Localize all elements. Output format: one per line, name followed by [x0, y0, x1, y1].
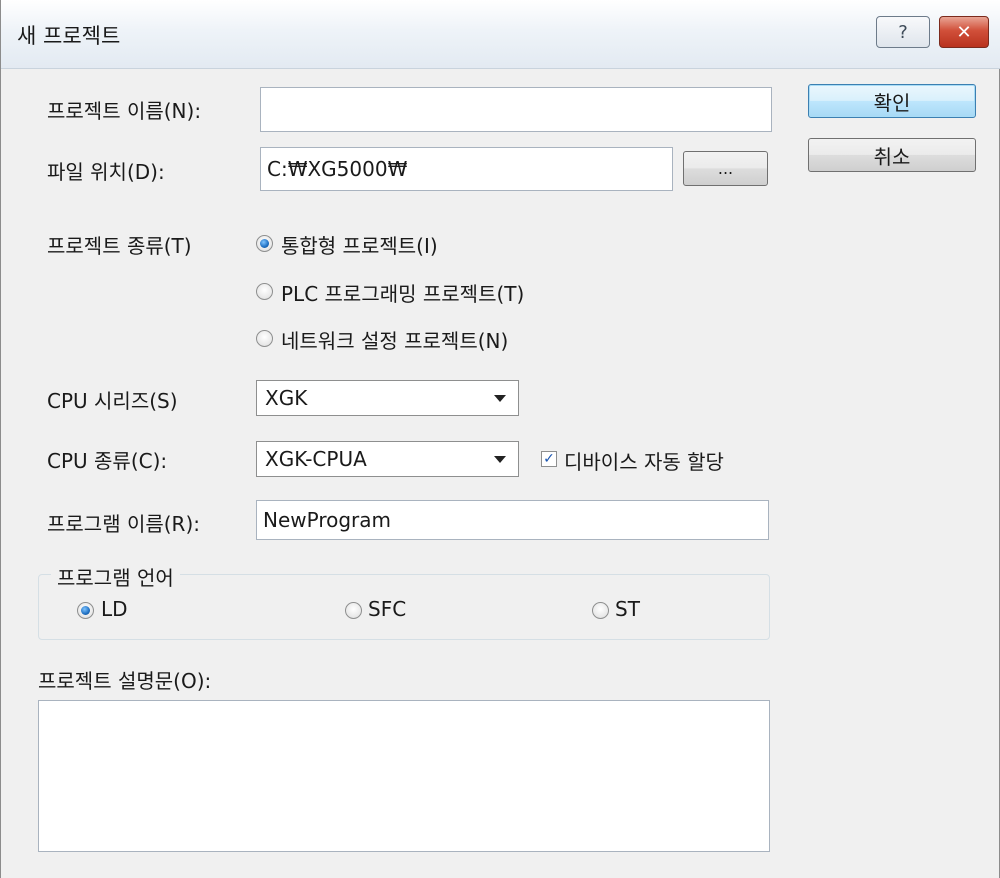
radio-network-config-project[interactable] — [256, 330, 273, 347]
radio-lang-sfc-label[interactable]: SFC — [368, 597, 406, 621]
cancel-button[interactable]: 취소 — [808, 138, 976, 172]
close-icon: ✕ — [956, 21, 972, 43]
radio-integrated-project-label[interactable]: 통합형 프로젝트(I) — [281, 230, 438, 259]
project-name-input[interactable] — [260, 87, 772, 132]
cpu-type-value: XGK-CPUA — [265, 447, 367, 471]
checkmark-icon: ✓ — [543, 451, 555, 467]
program-language-legend: 프로그램 언어 — [51, 562, 180, 591]
new-project-dialog: 새 프로젝트 ? ✕ 프로젝트 이름(N): 파일 위치(D): C:₩XG50… — [0, 0, 1000, 878]
radio-lang-st[interactable] — [592, 602, 609, 619]
dialog-title: 새 프로젝트 — [17, 24, 121, 48]
file-location-input[interactable]: C:₩XG5000₩ — [260, 147, 673, 191]
title-bar: 새 프로젝트 ? ✕ — [1, 0, 1000, 69]
radio-integrated-project[interactable] — [256, 235, 273, 252]
cpu-type-select[interactable]: XGK-CPUA — [256, 441, 519, 477]
radio-lang-ld-label[interactable]: LD — [101, 597, 128, 621]
radio-plc-programming-project[interactable] — [256, 283, 273, 300]
dropdown-arrow-icon — [494, 395, 506, 402]
description-textarea[interactable] — [38, 700, 770, 852]
radio-plc-programming-project-label[interactable]: PLC 프로그래밍 프로젝트(T) — [281, 278, 524, 307]
program-name-label: 프로그램 이름(R): — [47, 512, 200, 536]
program-name-input[interactable]: NewProgram — [256, 500, 769, 540]
radio-selected-dot — [260, 239, 269, 248]
cpu-series-value: XGK — [265, 386, 308, 410]
radio-network-config-project-label[interactable]: 네트워크 설정 프로젝트(N) — [281, 325, 508, 354]
radio-lang-ld[interactable] — [77, 602, 94, 619]
auto-alloc-label[interactable]: 디바이스 자동 할당 — [564, 446, 724, 475]
project-name-label: 프로젝트 이름(N): — [47, 99, 202, 123]
dropdown-arrow-icon — [494, 456, 506, 463]
cpu-series-select[interactable]: XGK — [256, 380, 519, 416]
radio-lang-st-label[interactable]: ST — [615, 597, 640, 621]
auto-alloc-checkbox[interactable]: ✓ — [541, 451, 557, 467]
file-location-label: 파일 위치(D): — [47, 160, 165, 184]
radio-lang-sfc[interactable] — [345, 602, 362, 619]
radio-selected-dot — [81, 606, 90, 615]
ok-button[interactable]: 확인 — [808, 84, 976, 118]
help-icon: ? — [898, 21, 908, 43]
description-label: 프로젝트 설명문(O): — [38, 669, 212, 693]
cpu-type-label: CPU 종류(C): — [47, 449, 168, 473]
cpu-series-label: CPU 시리즈(S) — [47, 389, 178, 413]
project-type-label: 프로젝트 종류(T) — [47, 234, 192, 258]
close-button[interactable]: ✕ — [939, 16, 989, 48]
help-button[interactable]: ? — [876, 16, 930, 48]
browse-button[interactable]: ... — [683, 151, 768, 186]
